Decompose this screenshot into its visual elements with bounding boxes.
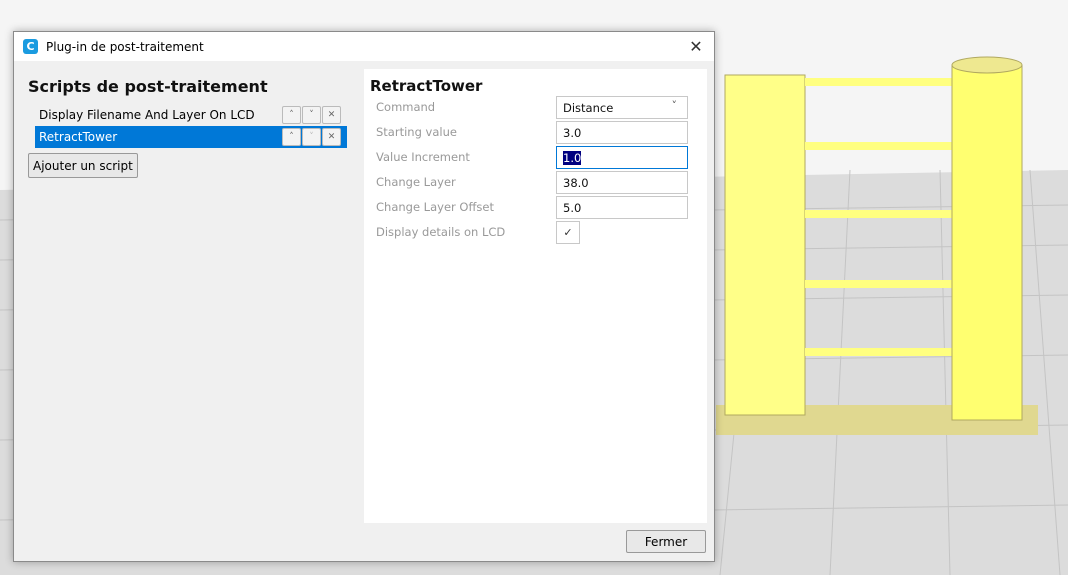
command-select[interactable]: Distance ˅ [556, 96, 688, 119]
starting-value-input[interactable]: 3.0 [556, 121, 688, 144]
selected-text: 1.0 [563, 151, 582, 165]
remove-button[interactable]: ✕ [322, 128, 341, 146]
select-value: Distance [563, 101, 614, 115]
field-label: Command [376, 100, 436, 114]
change-layer-offset-input[interactable]: 5.0 [556, 196, 688, 219]
move-up-button[interactable]: ˄ [282, 106, 301, 124]
display-details-checkbox[interactable]: ✓ [556, 221, 580, 244]
close-icon[interactable]: ✕ [686, 37, 706, 56]
remove-button[interactable]: ✕ [322, 106, 341, 124]
script-item-selected[interactable]: RetractTower ˄ ˅ ✕ [35, 126, 347, 148]
move-down-button[interactable]: ˅ [302, 106, 321, 124]
title-bar: C Plug-in de post-traitement ✕ [14, 32, 714, 61]
settings-title: RetractTower [370, 77, 483, 95]
field-label: Display details on LCD [376, 225, 506, 239]
field-label: Change Layer Offset [376, 200, 494, 214]
script-label: Display Filename And Layer On LCD [39, 108, 255, 122]
script-item[interactable]: Display Filename And Layer On LCD ˄ ˅ ✕ [35, 104, 347, 126]
script-label: RetractTower [39, 130, 118, 144]
value-increment-input[interactable]: 1.0 [556, 146, 688, 169]
move-down-button[interactable]: ˅ [302, 128, 321, 146]
move-up-button[interactable]: ˄ [282, 128, 301, 146]
add-script-button[interactable]: Ajouter un script [28, 153, 138, 178]
window-title: Plug-in de post-traitement [46, 39, 204, 54]
cura-logo-icon: C [23, 39, 38, 54]
post-processing-dialog: C Plug-in de post-traitement ✕ Scripts d… [13, 31, 715, 562]
chevron-down-icon: ˅ [671, 99, 678, 112]
field-label: Value Increment [376, 150, 470, 164]
change-layer-input[interactable]: 38.0 [556, 171, 688, 194]
close-button[interactable]: Fermer [626, 530, 706, 553]
field-label: Change Layer [376, 175, 456, 189]
script-settings-panel: RetractTower Command Distance ˅ Starting … [364, 69, 707, 523]
field-label: Starting value [376, 125, 457, 139]
scripts-heading: Scripts de post-traitement [28, 77, 268, 96]
